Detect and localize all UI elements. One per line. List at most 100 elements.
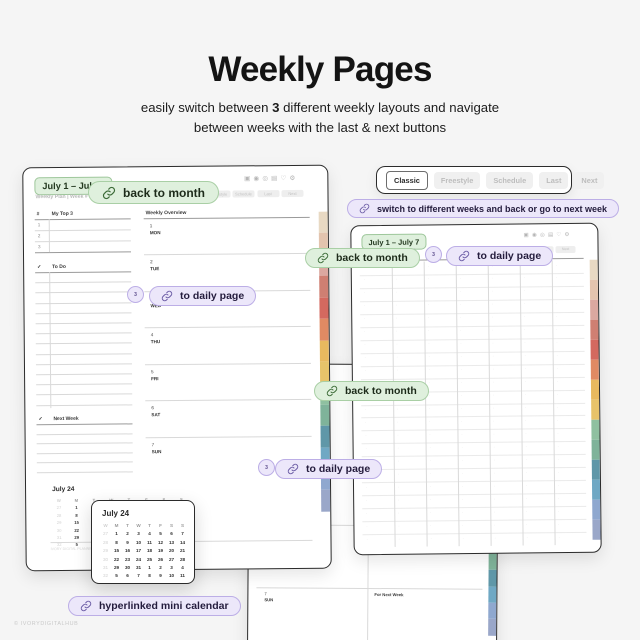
schedule-slot[interactable]: · <box>365 342 366 346</box>
calendar-day-cell[interactable]: 22 <box>111 557 122 562</box>
calendar-day-cell[interactable]: 27 <box>166 557 177 562</box>
schedule-slot[interactable]: · <box>526 509 527 513</box>
schedule-slot[interactable]: · <box>524 302 525 306</box>
calendar-day-cell[interactable]: 4 <box>144 531 155 536</box>
schedule-slot[interactable]: · <box>558 483 559 487</box>
calendar-week-number[interactable]: 30 <box>100 557 111 562</box>
schedule-time-grid[interactable]: · · · · · · · · · · · · · · · · · · · · · · · · · · · · · · · · · · · · · · · ·… <box>359 260 587 547</box>
schedule-slot[interactable]: · <box>397 433 398 437</box>
calendar-day-cell[interactable]: 15 <box>68 520 86 525</box>
schedule-slot[interactable]: · <box>495 535 496 539</box>
heart-icon[interactable]: ♡ <box>280 175 286 183</box>
calendar-week-number[interactable]: 28 <box>100 540 111 545</box>
schedule-slot[interactable]: · <box>428 329 429 333</box>
schedule-slot[interactable]: · <box>461 341 462 345</box>
daily-link-dot-classic[interactable]: 3 <box>127 286 144 303</box>
gear-icon[interactable]: ⚙ <box>564 232 569 239</box>
schedule-slot[interactable]: · <box>399 536 400 540</box>
schedule-toolbar[interactable]: ▣ ◉ ◎ ▤ ♡ ⚙ <box>524 232 570 239</box>
calendar-day-cell[interactable]: 4 <box>177 565 188 570</box>
schedule-slot[interactable]: · <box>429 381 430 385</box>
calendar-day-cell[interactable]: 6 <box>166 531 177 536</box>
calendar-day-cell[interactable]: 8 <box>111 540 122 545</box>
schedule-slot[interactable]: · <box>526 522 527 526</box>
schedule-slot[interactable]: · <box>494 509 495 513</box>
schedule-slot[interactable]: · <box>364 304 365 308</box>
schedule-slot[interactable]: · <box>494 484 495 488</box>
schedule-slot[interactable]: · <box>460 315 461 319</box>
calendar-week-number[interactable]: 31 <box>50 535 68 540</box>
calendar-day-cell[interactable]: 18 <box>144 548 155 553</box>
calendar-day-cell[interactable]: 2 <box>122 531 133 536</box>
schedule-slot[interactable]: · <box>460 328 461 332</box>
schedule-slot[interactable]: · <box>494 458 495 462</box>
calendar-day-cell[interactable]: 19 <box>155 548 166 553</box>
gear-icon[interactable]: ⚙ <box>289 175 296 183</box>
bookmark-icon[interactable]: ▣ <box>524 232 529 239</box>
schedule-slot[interactable]: · <box>461 393 462 397</box>
month-tab-14[interactable] <box>321 490 331 512</box>
calendar-day-cell[interactable]: 1 <box>111 531 122 536</box>
switcher-option-freestyle[interactable]: Freestyle <box>433 171 481 189</box>
month-tab-6[interactable] <box>319 318 329 341</box>
calendar-day-cell[interactable]: 30 <box>122 565 133 570</box>
bookmark-icon[interactable]: ▣ <box>244 175 250 183</box>
calendar-week-number[interactable]: 29 <box>100 548 111 553</box>
schedule-slot[interactable]: · <box>396 316 397 320</box>
schedule-slot[interactable]: · <box>556 340 557 344</box>
schedule-slot[interactable]: · <box>494 471 495 475</box>
classic-toolbar[interactable]: ▣ ◉ ◎ ▤ ♡ ⚙ <box>244 175 296 183</box>
schedule-slot[interactable]: · <box>396 277 397 281</box>
schedule-slot[interactable]: · <box>556 302 557 306</box>
page-tab-last[interactable]: Last <box>256 190 280 198</box>
month-tab-10[interactable] <box>591 439 600 460</box>
calendar-day-cell[interactable]: 26 <box>155 557 166 562</box>
schedule-slot[interactable]: · <box>524 276 525 280</box>
schedule-slot[interactable]: · <box>366 498 367 502</box>
schedule-slot[interactable]: · <box>492 302 493 306</box>
schedule-slot[interactable]: · <box>428 277 429 281</box>
month-tab-13[interactable] <box>488 602 497 620</box>
schedule-slot[interactable]: · <box>430 484 431 488</box>
schedule-slot[interactable]: · <box>365 407 366 411</box>
calendar-day-cell[interactable]: 21 <box>177 548 188 553</box>
schedule-slot[interactable]: · <box>461 419 462 423</box>
calendar-day-cell[interactable]: 9 <box>155 573 166 578</box>
month-tab-9[interactable] <box>591 419 600 440</box>
calendar-day-cell[interactable]: 31 <box>133 565 144 570</box>
schedule-slot[interactable]: · <box>429 432 430 436</box>
calendar-week-number[interactable]: 27 <box>100 531 111 536</box>
calendar-day-cell[interactable]: 10 <box>133 540 144 545</box>
month-tab-7[interactable] <box>319 340 329 362</box>
schedule-slot[interactable]: · <box>492 315 493 319</box>
schedule-slot[interactable]: · <box>525 405 526 409</box>
calendar-day-cell[interactable]: 16 <box>122 548 133 553</box>
schedule-slot[interactable]: · <box>557 405 558 409</box>
schedule-slot[interactable]: · <box>556 263 557 267</box>
schedule-slot[interactable]: · <box>558 457 559 461</box>
calendar-day-cell[interactable]: 3 <box>133 531 144 536</box>
calendar-week-number[interactable]: 31 <box>100 565 111 570</box>
switcher-option-classic[interactable]: Classic <box>386 170 428 190</box>
view-switcher[interactable]: Classic Freestyle Schedule Last Next <box>376 166 605 194</box>
calendar-day-cell[interactable]: 24 <box>133 557 144 562</box>
month-tab-13[interactable] <box>592 499 601 520</box>
schedule-slot[interactable]: · <box>492 328 493 332</box>
schedule-slot[interactable]: · <box>364 316 365 320</box>
switcher-option-next[interactable]: Next <box>574 171 605 189</box>
schedule-slot[interactable]: · <box>557 379 558 383</box>
schedule-slot[interactable]: · <box>397 368 398 372</box>
schedule-slot[interactable]: · <box>398 523 399 527</box>
schedule-slot[interactable]: · <box>527 535 528 539</box>
schedule-slot[interactable]: · <box>429 406 430 410</box>
schedule-slot[interactable]: · <box>492 341 493 345</box>
schedule-slot[interactable]: · <box>397 420 398 424</box>
schedule-slot[interactable]: · <box>367 537 368 541</box>
schedule-slot[interactable]: · <box>366 446 367 450</box>
daily-link-dot-freestyle[interactable]: 3 <box>258 459 275 476</box>
schedule-slot[interactable]: · <box>396 329 397 333</box>
note-icon[interactable]: ▤ <box>271 175 277 183</box>
calendar-day-cell[interactable]: 13 <box>166 540 177 545</box>
month-tab-4[interactable] <box>590 319 599 340</box>
schedule-slot[interactable]: · <box>430 445 431 449</box>
